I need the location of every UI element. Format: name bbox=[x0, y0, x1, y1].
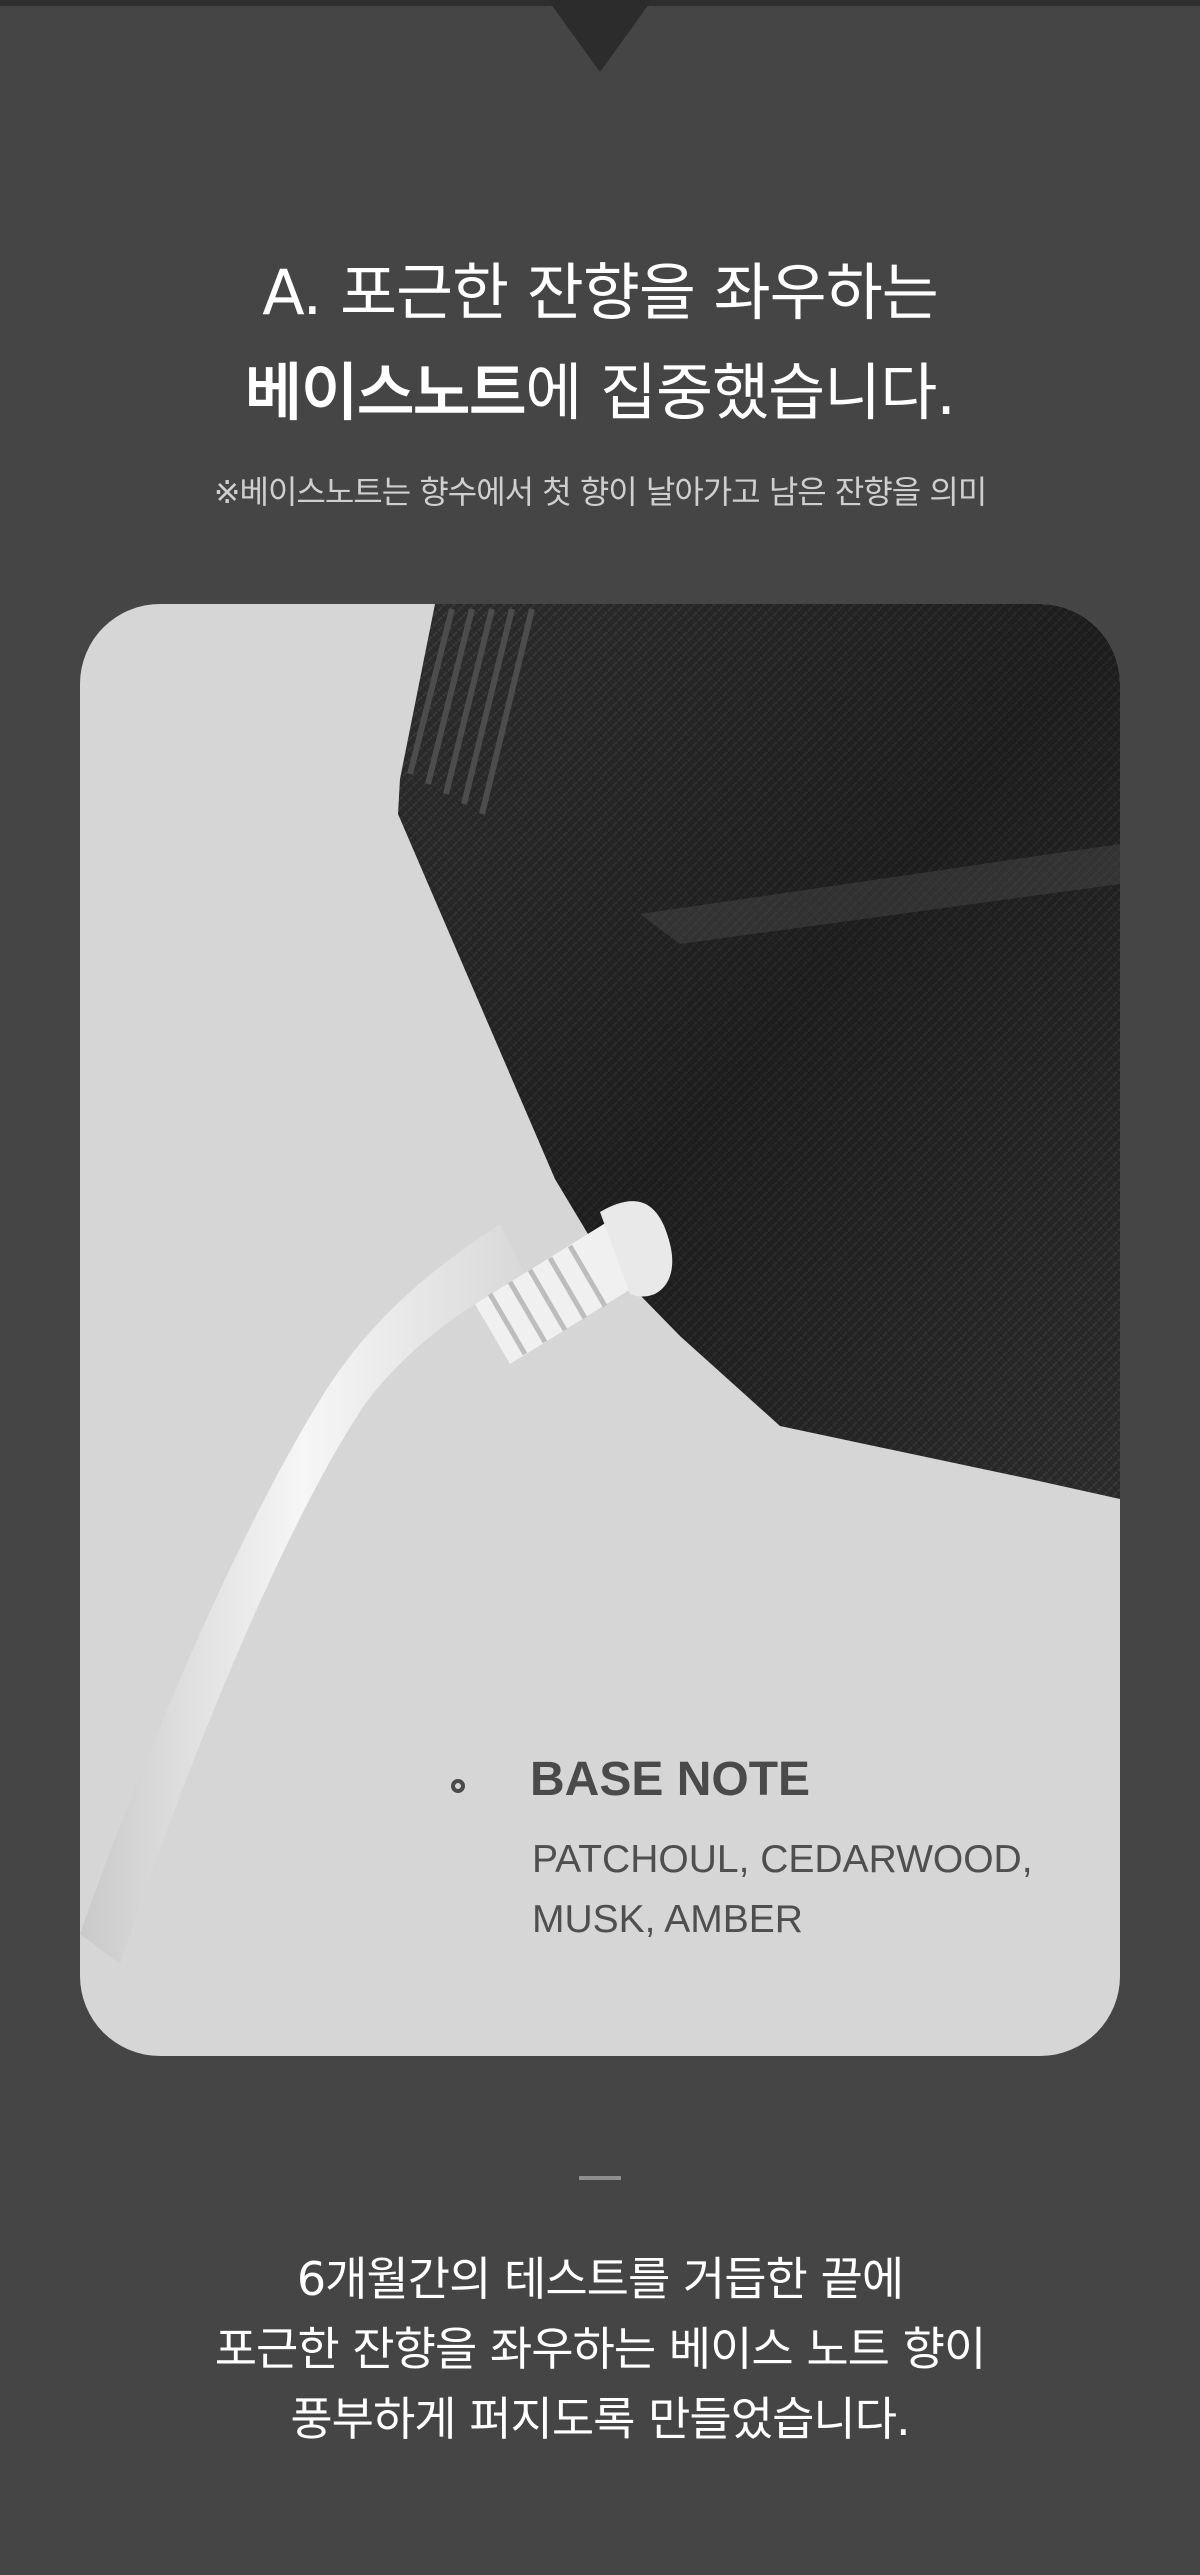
note-title: BASE NOTE bbox=[530, 1753, 811, 1806]
white-tube bbox=[80, 1224, 525, 1964]
description-line-3: 풍부하게 퍼지도록 만들었습니다. bbox=[290, 2392, 910, 2446]
description-line-2: 포근한 잔향을 좌우하는 베이스 노트 향이 bbox=[214, 2322, 987, 2376]
product-image-card: BASE NOTE PATCHOUL, CEDARWOOD, MUSK, AMB… bbox=[80, 604, 1120, 2056]
bullet-circle-icon bbox=[451, 1779, 465, 1793]
divider bbox=[579, 2176, 621, 2180]
base-note-footnote: ※베이스노트는 향수에서 첫 향이 날아가고 남은 잔향을 의미 bbox=[213, 473, 988, 511]
section-heading: A. 포근한 잔향을 좌우하는 베이스노트에 집중했습니다. bbox=[0, 243, 1200, 443]
fabric-shadow bbox=[398, 604, 1120, 1499]
down-arrow-notch bbox=[548, 0, 652, 72]
description-line-1: 6개월간의 테스트를 거듭한 끝에 bbox=[296, 2252, 904, 2306]
heading-line-2: 베이스노트에 집중했습니다. bbox=[0, 343, 1200, 443]
heading-emphasis: 베이스노트 bbox=[245, 356, 526, 429]
description-text: 6개월간의 테스트를 거듭한 끝에 포근한 잔향을 좌우하는 베이스 노트 향이… bbox=[0, 2244, 1200, 2454]
heading-line-2-rest: 에 집중했습니다. bbox=[525, 356, 956, 429]
ingredients-line-2: MUSK, AMBER bbox=[532, 1898, 803, 1941]
ingredients-line-1: PATCHOUL, CEDARWOOD, bbox=[532, 1838, 1033, 1881]
heading-line-1: A. 포근한 잔향을 좌우하는 bbox=[262, 256, 939, 329]
note-ingredients: PATCHOUL, CEDARWOOD, MUSK, AMBER bbox=[532, 1830, 1092, 1950]
